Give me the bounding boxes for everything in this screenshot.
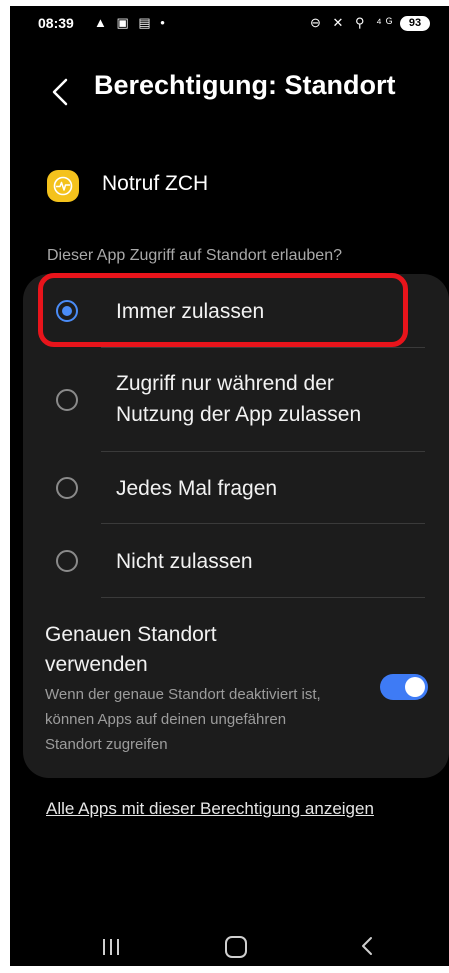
precise-location-description: Wenn der genaue Standort deaktiviert ist… [45, 686, 321, 753]
precise-location-title: Genauen Standort verwenden [45, 623, 217, 676]
divider [101, 597, 425, 598]
permission-question: Dieser App Zugriff auf Standort erlauben… [47, 247, 342, 264]
radio-button[interactable] [56, 477, 78, 499]
radio-button[interactable] [56, 389, 78, 411]
option-ask-every-time[interactable]: Jedes Mal fragen [23, 454, 433, 524]
page-title: Berechtigung: Standort [94, 70, 396, 100]
nav-back-icon[interactable] [357, 934, 377, 963]
toggle-knob [405, 677, 425, 697]
highlight-annotation [38, 273, 408, 347]
divider [101, 347, 425, 348]
app-name: Notruf ZCH [102, 172, 209, 195]
divider [101, 523, 425, 524]
phone-screen: 08:39 ▲ ▣ ▤ • ⊖ ✕ ⚲ ⁴ᴳ ıll 93 Berechtigu… [10, 6, 449, 966]
status-time: 08:39 [38, 15, 74, 31]
home-icon[interactable] [225, 936, 247, 958]
option-label: Jedes Mal fragen [116, 477, 278, 500]
back-arrow-icon[interactable] [48, 74, 74, 110]
option-while-using-app[interactable]: Zugriff nur während der Nutzung der App … [23, 356, 433, 452]
battery-icon: 93 [400, 16, 430, 31]
status-bar: 08:39 ▲ ▣ ▤ • ⊖ ✕ ⚲ ⁴ᴳ ıll 93 [10, 6, 449, 40]
precise-location-toggle[interactable] [380, 674, 428, 700]
option-label: Zugriff nur während der Nutzung der App … [116, 372, 362, 426]
notification-icons: ▲ ▣ ▤ • [94, 15, 168, 30]
option-label: Nicht zulassen [116, 550, 253, 573]
app-icon [47, 170, 79, 202]
recent-apps-icon[interactable] [100, 937, 122, 962]
radio-button[interactable] [56, 550, 78, 572]
divider [101, 451, 425, 452]
all-apps-link[interactable]: Alle Apps mit dieser Berechtigung anzeig… [46, 794, 376, 823]
navigation-bar [10, 928, 449, 966]
option-deny[interactable]: Nicht zulassen [23, 526, 433, 598]
